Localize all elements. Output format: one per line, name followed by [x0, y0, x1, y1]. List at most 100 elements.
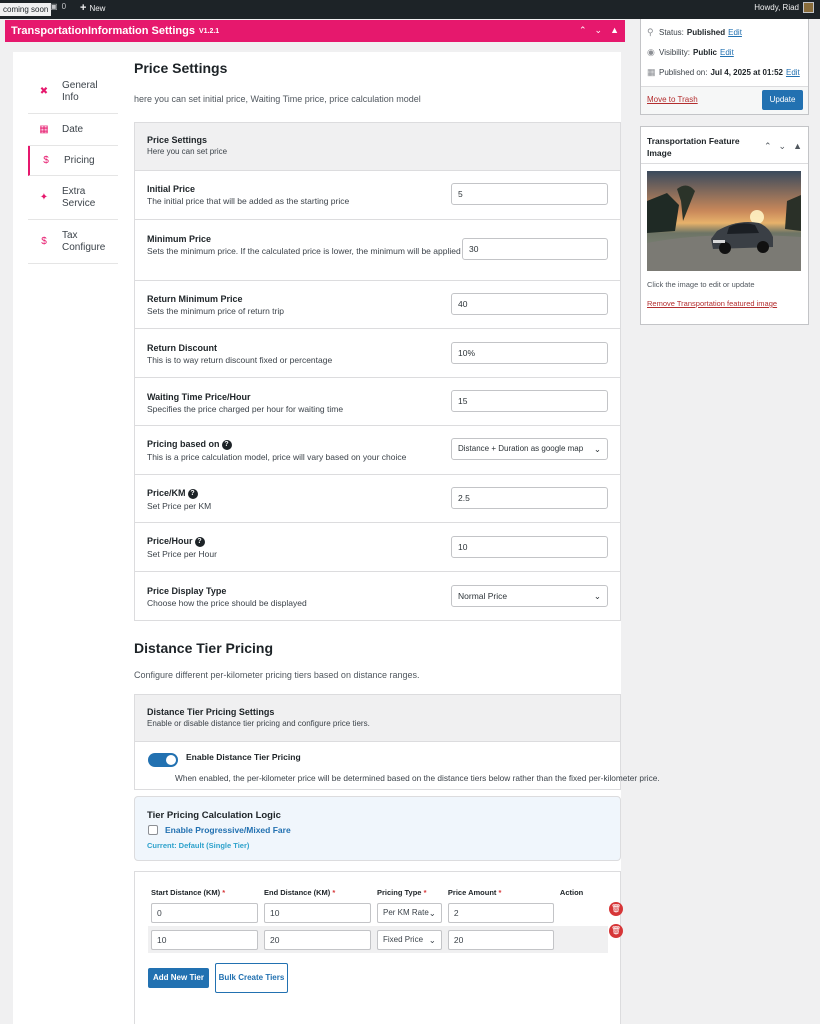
select-value: Per KM Rate [383, 907, 429, 917]
price-per-km-row: Price/KM? Set Price per KM 2.5 [135, 475, 620, 523]
tab-label: Configure [62, 241, 106, 253]
field-label: Price/Hour [147, 536, 193, 546]
howdy-text: Howdy, Riad [754, 3, 799, 12]
add-new-tier-button[interactable]: Add New Tier [148, 968, 209, 988]
price-amount-input[interactable]: 20 [447, 929, 554, 950]
enable-tier-pricing-toggle[interactable] [148, 753, 178, 767]
end-distance-input[interactable]: 20 [264, 929, 371, 950]
edit-status-link[interactable]: Edit [728, 28, 742, 37]
edit-visibility-link[interactable]: Edit [720, 48, 734, 57]
publish-box: ⚲ Status: Published Edit ◉ Visibility: P… [640, 19, 809, 115]
tab-label: Info [62, 91, 79, 103]
status-label: Status: [659, 27, 684, 37]
tab-tax-configure[interactable]: $ Tax Configure [28, 220, 118, 264]
tab-label: General [62, 79, 98, 91]
price-amount-input[interactable]: 2 [447, 902, 554, 923]
visibility-item: ◉ Visibility: Public Edit [641, 42, 808, 62]
tab-label: Tax [62, 229, 78, 241]
progressive-fare-checkbox[interactable] [148, 825, 158, 835]
tier-pricing-subtitle: Configure different per-kilometer pricin… [134, 670, 420, 680]
price-per-hour-input[interactable]: 10 [451, 536, 608, 558]
comments-count: 0 [61, 2, 67, 11]
move-to-trash-link[interactable]: Move to Trash [647, 95, 698, 104]
start-distance-input[interactable]: 10 [151, 929, 258, 950]
puzzle-icon: ✦ [39, 192, 49, 203]
price-display-type-select[interactable]: Normal Price ⌄ [451, 585, 608, 607]
move-down-icon[interactable]: ⌄ [779, 141, 787, 152]
pricing-icon: $ [43, 155, 49, 166]
featured-image[interactable] [647, 171, 801, 271]
update-button[interactable]: Update [762, 90, 803, 110]
feature-image-title: Image [647, 148, 672, 158]
pricing-type-select[interactable]: Fixed Price ⌄ [377, 929, 442, 950]
plugin-version: V1.2.1 [198, 27, 220, 35]
settings-tabs: ✖ General Info ▦ Date $ Pricing ✦ Extra Se… [28, 70, 118, 264]
return-minimum-price-input[interactable]: 40 [451, 293, 608, 315]
waiting-time-price-input[interactable]: 15 [451, 390, 608, 412]
minimum-price-input[interactable]: 30 [462, 238, 608, 260]
help-icon[interactable]: ? [194, 536, 205, 547]
end-distance-input[interactable]: 10 [264, 902, 371, 923]
account-menu[interactable]: Howdy, Riad [754, 2, 814, 13]
tab-extra-service[interactable]: ✦ Extra Service [28, 176, 118, 220]
start-distance-input[interactable]: 0 [151, 902, 258, 923]
pricing-type-select[interactable]: Per KM Rate ⌄ [377, 902, 442, 923]
field-desc: Sets the minimum price. If the calculate… [147, 246, 461, 256]
collapse-icon[interactable]: ▲ [610, 25, 619, 36]
tab-label: Pricing [64, 154, 95, 166]
delete-tier-icon[interactable]: 🗑 [608, 924, 623, 938]
edit-date-link[interactable]: Edit [786, 68, 800, 77]
calendar-icon: ▦ [647, 66, 656, 77]
tab-general-info[interactable]: ✖ General Info [28, 70, 118, 114]
column-header: Action [559, 887, 584, 897]
chevron-down-icon: ⌄ [593, 591, 601, 601]
new-label: New [89, 3, 106, 13]
return-discount-input[interactable]: 10% [451, 342, 608, 364]
help-icon[interactable]: ? [187, 488, 198, 499]
plugin-title: TransportationInformation Settings [11, 25, 195, 37]
logic-title: Tier Pricing Calculation Logic [147, 810, 281, 821]
tax-icon: $ [41, 236, 47, 247]
feature-image-box: Transportation Feature Image ⌃ ⌄ ▲ Click… [640, 126, 809, 325]
table-row: 10 20 Fixed Price ⌄ 20 🗑 [148, 924, 623, 953]
tab-pricing[interactable]: $ Pricing [28, 146, 118, 176]
section-title: Price Settings [147, 135, 208, 145]
eye-icon: ◉ [647, 46, 655, 57]
progressive-fare-label[interactable]: Enable Progressive/Mixed Fare [165, 825, 291, 835]
price-per-km-input[interactable]: 2.5 [451, 487, 608, 509]
visibility-label: Visibility: [659, 47, 690, 57]
collapse-icon[interactable]: ▲ [793, 141, 802, 152]
comment-icon: ▣ [50, 2, 58, 11]
status-value: Published [686, 27, 726, 37]
pricing-based-on-select[interactable]: Distance + Duration as google map ⌄ [451, 438, 608, 460]
feature-image-title: Transportation Feature [647, 136, 740, 146]
toggle-help: When enabled, the per-kilometer price wi… [175, 773, 660, 783]
delete-tier-icon[interactable]: 🗑 [608, 902, 623, 916]
column-header: Price Amount [447, 887, 497, 897]
tier-logic-box: Tier Pricing Calculation Logic Enable Pr… [134, 796, 621, 861]
move-down-icon[interactable]: ⌄ [595, 25, 603, 36]
coming-soon-badge[interactable]: coming soon [0, 3, 52, 16]
tools-icon: ✖ [39, 86, 49, 97]
chevron-down-icon: ⌄ [428, 907, 436, 918]
published-label: Published on: [659, 67, 708, 77]
pin-icon: ⚲ [647, 26, 654, 37]
status-item: ⚲ Status: Published Edit [641, 22, 808, 42]
visibility-value: Public [692, 47, 717, 57]
move-up-icon[interactable]: ⌃ [579, 25, 587, 36]
new-content-link[interactable]: + New [80, 2, 105, 14]
remove-featured-image-link[interactable]: Remove Transportation featured image [647, 299, 777, 308]
tab-date[interactable]: ▦ Date [28, 114, 118, 146]
tab-label: Date [62, 123, 84, 135]
plus-icon: + [80, 2, 87, 14]
initial-price-input[interactable]: 5 [451, 183, 608, 205]
page-subtitle: here you can set initial price, Waiting … [134, 94, 421, 104]
comments-link[interactable]: ▣ 0 [50, 2, 66, 11]
return-discount-row: Return Discount This is to way return di… [135, 329, 620, 378]
move-up-icon[interactable]: ⌃ [764, 141, 772, 152]
field-label: Price/KM [147, 488, 186, 498]
price-display-type-row: Price Display Type Choose how the price … [135, 572, 620, 620]
help-icon[interactable]: ? [221, 439, 232, 450]
bulk-create-tiers-button[interactable]: Bulk Create Tiers [215, 963, 288, 993]
column-header: End Distance (KM) [264, 887, 331, 897]
